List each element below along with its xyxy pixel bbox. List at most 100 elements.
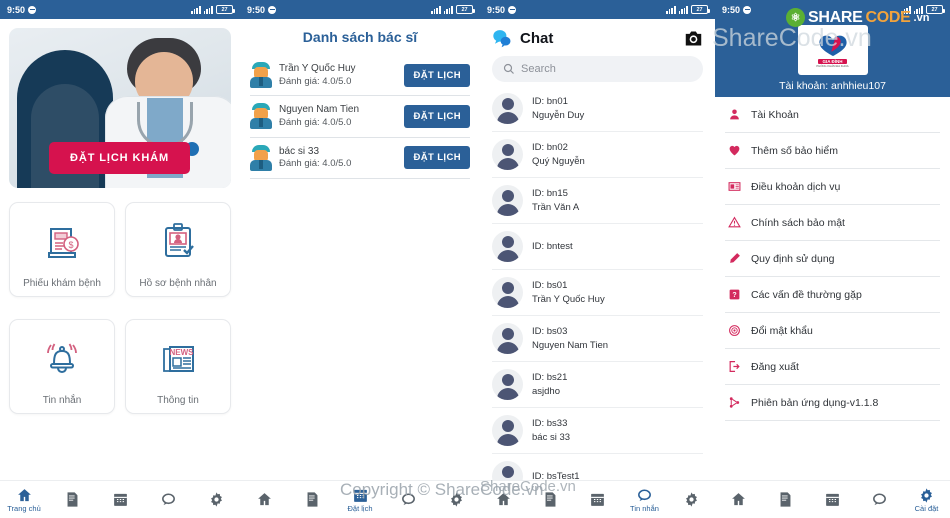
nav-tin-nhan[interactable]: Tin nhắn [856, 481, 903, 518]
nav-trang-chu[interactable]: Trang chủ [715, 481, 762, 518]
list-item[interactable]: ID: bn15 Trần Văn A [492, 178, 703, 224]
avatar [492, 415, 523, 446]
book-button[interactable]: ĐẶT LỊCH [404, 63, 470, 87]
nav-lich[interactable]: Lịch [96, 481, 144, 518]
list-item[interactable]: ID: bn01 Nguyễn Duy [492, 86, 703, 132]
nav-trang-chu[interactable]: Trang chủ [0, 481, 48, 518]
gear-icon [686, 492, 697, 507]
menu-item-bao-mat[interactable]: Chính sách bảo mật [725, 205, 940, 241]
table-row[interactable]: Trần Y Quốc Huy Đánh giá: 4.0/5.0 ĐẶT LỊ… [250, 55, 470, 97]
terms-icon [727, 179, 742, 194]
book-button[interactable]: ĐẶT LỊCH [404, 104, 470, 128]
list-item[interactable]: ID: bs03 Nguyen Nam Tien [492, 316, 703, 362]
nav-tin-nhan[interactable]: Tin nhắn [621, 481, 668, 518]
nav-dat-lich[interactable]: Đặt lịch [527, 481, 574, 518]
nav-cai-dat[interactable]: Cài đặt [668, 481, 715, 518]
warning-icon [727, 215, 742, 230]
bottom-nav: Trang chủ Đặt lịch Lịch Tin nhắn Cài đặt [480, 480, 715, 518]
menu-item-tai-khoan[interactable]: Tài Khoản [725, 97, 940, 133]
nav-lich[interactable]: Lịch [574, 481, 621, 518]
logout-icon [727, 359, 742, 374]
pencil-icon [727, 251, 742, 266]
menu-item-dieu-khoan[interactable]: Điều khoản dịch vụ [725, 169, 940, 205]
nav-tin-nhan[interactable]: Tin nhắn [384, 481, 432, 518]
doctor-info: bác si 33 Đánh giá: 4.0/5.0 [279, 145, 397, 171]
search-placeholder: Search [521, 63, 556, 75]
status-time: 9:50 [7, 4, 26, 15]
list-item[interactable]: ID: bs01 Trần Y Quốc Huy [492, 270, 703, 316]
menu-item-dang-xuat[interactable]: Đăng xuất [725, 349, 940, 385]
status-bar: 9:50 27 [240, 0, 480, 19]
status-left: 9:50 [487, 4, 517, 15]
doctor-avatar-icon [250, 62, 272, 89]
bottom-nav: Trang chủ Đặt lịch Lịch Tin nhắn Cài đặt [0, 480, 240, 518]
nav-tin-nhan[interactable]: Tin nhắn [144, 481, 192, 518]
menu-item-doi-mat-khau[interactable]: Đổi mật khẩu [725, 313, 940, 349]
list-item[interactable]: ID: bs33 bác si 33 [492, 408, 703, 454]
nav-lich[interactable]: Lịch [809, 481, 856, 518]
conversation-name: Trần Y Quốc Huy [532, 293, 605, 305]
menu-item-phien-ban[interactable]: Phiên bản ứng dụng-v1.1.8 [725, 385, 940, 421]
status-time: 9:50 [487, 4, 506, 15]
heart-icon [727, 143, 742, 158]
signal-icon [666, 5, 676, 14]
logo-vn: .vn [913, 11, 930, 24]
logo-code: CODE [865, 8, 911, 26]
nav-label: Cài đặt [914, 503, 939, 513]
status-time: 9:50 [247, 4, 266, 15]
nav-cai-dat[interactable]: Cài đặt [903, 481, 950, 518]
home-icon [17, 488, 31, 501]
svg-text:NEWS: NEWS [170, 348, 195, 357]
menu-item-quy-dinh[interactable]: Quy định sử dụng [725, 241, 940, 277]
search-wrapper: Search [480, 56, 715, 86]
status-right: 27 [431, 5, 475, 14]
nav-label: Tin nhắn [630, 503, 659, 513]
gear-icon [210, 492, 222, 507]
book-appointment-button[interactable]: ĐẶT LỊCH KHÁM [49, 142, 191, 174]
nav-trang-chu[interactable]: Trang chủ [240, 481, 288, 518]
feature-row-1: $ Phiếu khám bệnh Hồ sơ bệnh nhân [9, 202, 231, 297]
page-title: Chat [520, 30, 554, 47]
card-tin-nhan[interactable]: Tin nhắn [9, 319, 115, 414]
document-icon [67, 492, 77, 507]
nav-lich-2[interactable]: Lịch [288, 481, 336, 518]
nav-dat-lich[interactable]: Đặt lịch [48, 481, 96, 518]
bottom-nav: Trang chủ Lịch Đặt lịch Tin nhắn Cài đặt [240, 480, 480, 518]
table-row[interactable]: Nguyen Nam Tien Đánh giá: 4.0/5.0 ĐẶT LỊ… [250, 96, 470, 138]
battery-icon: 27 [456, 5, 475, 14]
card-thong-tin[interactable]: NEWS Thông tin [125, 319, 231, 414]
avatar [492, 323, 523, 354]
search-icon [503, 63, 514, 74]
signal-icon [431, 5, 441, 14]
avatar [492, 139, 523, 170]
conversation-name: Quý Nguyễn [532, 155, 585, 167]
list-item[interactable]: ID: bs21 asjdho [492, 362, 703, 408]
feature-row-2: Tin nhắn NEWS Thông tin [9, 319, 231, 414]
menu-item-van-de[interactable]: ? Các vấn đề thường gặp [725, 277, 940, 313]
list-item[interactable]: ID: bntest [492, 224, 703, 270]
book-button[interactable]: ĐẶT LỊCH [404, 146, 470, 170]
camera-icon[interactable] [684, 30, 703, 47]
card-phieu-kham-benh[interactable]: $ Phiếu khám bệnh [9, 202, 115, 297]
card-ho-so-benh-nhan[interactable]: Hồ sơ bệnh nhân [125, 202, 231, 297]
gear-icon [921, 488, 932, 503]
nav-dat-lich[interactable]: Đặt lịch [336, 481, 384, 518]
calendar-icon [826, 493, 839, 506]
conversation-list: ID: bn01 Nguyễn Duy ID: bn02 Quý Nguyễn … [480, 86, 715, 496]
person-icon [727, 107, 742, 122]
panel-doctor-list: 9:50 27 Danh sách bác sĩ Trần Y Quốc Huy… [240, 0, 480, 518]
nav-trang-chu[interactable]: Trang chủ [480, 481, 527, 518]
nav-dat-lich[interactable]: Đặt lịch [762, 481, 809, 518]
menu-item-bao-hiem[interactable]: Thêm số bảo hiểm [725, 133, 940, 169]
menu-label: Thêm số bảo hiểm [751, 144, 838, 157]
search-input[interactable]: Search [492, 56, 703, 82]
status-time: 9:50 [722, 4, 741, 15]
nav-cai-dat[interactable]: Cài đặt [192, 481, 240, 518]
do-not-disturb-icon [508, 5, 517, 14]
chat-icon [638, 489, 651, 501]
patient-record-icon [157, 203, 199, 278]
list-item[interactable]: ID: bn02 Quý Nguyễn [492, 132, 703, 178]
bell-icon [41, 320, 83, 395]
nav-cai-dat[interactable]: Cài đặt [432, 481, 480, 518]
table-row[interactable]: bác si 33 Đánh giá: 4.0/5.0 ĐẶT LỊCH [250, 138, 470, 179]
